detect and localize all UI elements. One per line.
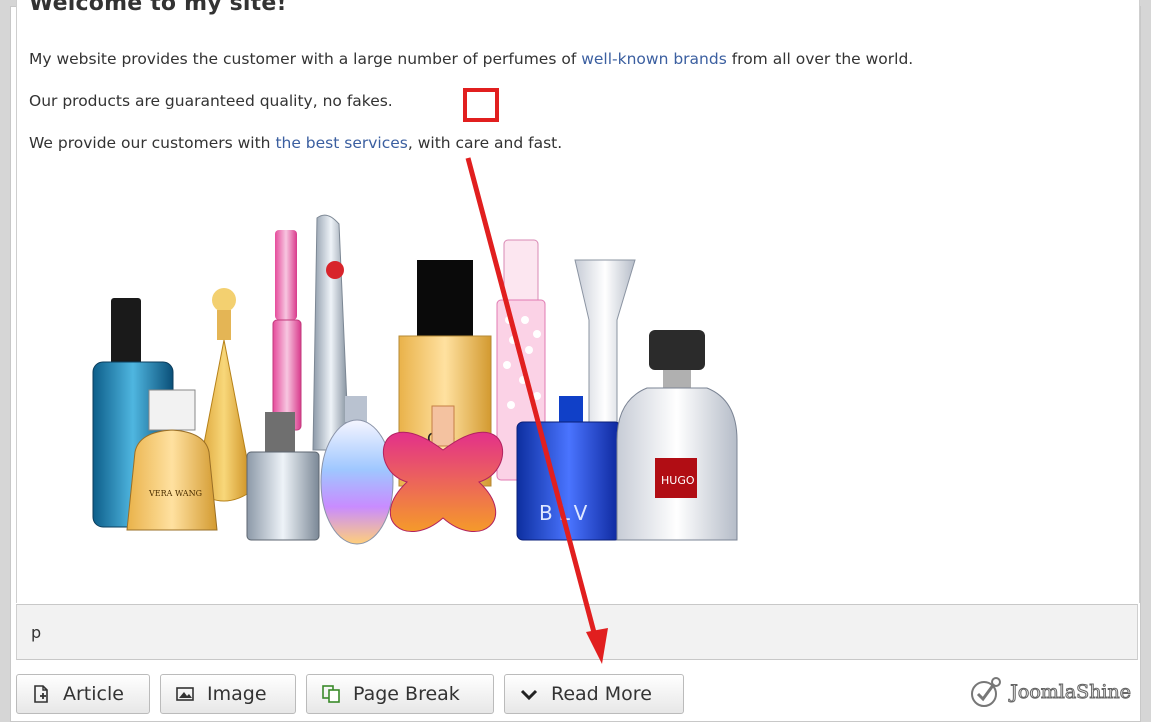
perfume-bottles-image: CIO VERA WANG BLV HUGO — [92, 214, 738, 545]
chevron-down-icon — [520, 689, 538, 701]
image-icon — [176, 687, 194, 701]
paragraph-2: Our products are guaranteed quality, no … — [29, 92, 393, 110]
element-path-bar: p — [16, 604, 1138, 660]
page-break-icon — [322, 685, 340, 703]
bvlgari-label: BLV — [539, 501, 593, 525]
article-icon — [34, 685, 48, 703]
hugo-label: HUGO — [661, 474, 695, 487]
page-heading: Welcome to my site! — [29, 0, 287, 16]
image-button[interactable]: Image — [160, 674, 296, 714]
joomlashine-logo-text: JoomlaShine — [1010, 681, 1132, 704]
joomlashine-logo: JoomlaShine — [968, 674, 1131, 710]
article-button-label: Article — [63, 683, 124, 705]
page-break-button[interactable]: Page Break — [306, 674, 494, 714]
read-more-button[interactable]: Read More — [504, 674, 684, 714]
content-editor[interactable]: Welcome to my site! My website provides … — [16, 0, 1140, 603]
link-well-known-brands[interactable]: well-known brands — [581, 50, 727, 68]
article-button[interactable]: Article — [16, 674, 150, 714]
paragraph-1: My website provides the customer with a … — [29, 50, 913, 68]
paragraph-text: from all over the world. — [726, 50, 914, 68]
image-button-label: Image — [207, 683, 267, 705]
page-break-button-label: Page Break — [353, 683, 460, 705]
paragraph-text: We provide our customers with — [29, 134, 276, 152]
joomlashine-logo-icon — [971, 677, 1002, 707]
cursor-highlight-box — [463, 88, 499, 122]
vera-wang-label: VERA WANG — [148, 489, 202, 498]
element-path[interactable]: p — [31, 623, 41, 642]
paragraph-text: , with care and fast. — [407, 134, 563, 152]
read-more-button-label: Read More — [551, 683, 652, 705]
paragraph-3: We provide our customers with the best s… — [29, 134, 562, 152]
paragraph-text: My website provides the customer with a … — [29, 50, 582, 68]
link-best-services[interactable]: the best services — [275, 134, 407, 152]
